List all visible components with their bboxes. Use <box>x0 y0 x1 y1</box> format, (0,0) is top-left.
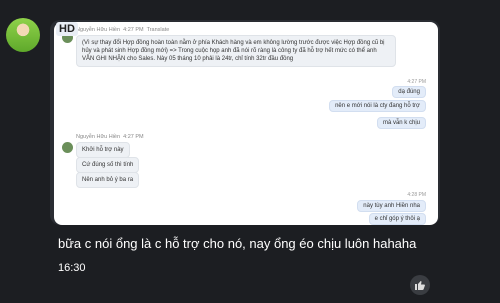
message-bubble[interactable]: Nguyễn Hữu Hiền 4:27 PM Translate (Vì sự… <box>50 20 440 225</box>
out1-line-2: mà vẫn k chịu <box>376 117 426 129</box>
out1-time: 4:27 PM <box>407 79 426 85</box>
out1-line-0: dạ đúng <box>392 86 426 98</box>
mini-avatar <box>62 142 73 153</box>
msg2-line-0: Khởi hỗ trợ này <box>76 142 130 158</box>
message-caption: bữa c nói ổng là c hỗ trợ cho nó, nay ổn… <box>58 236 417 251</box>
msg2-line-2: Nên anh bỏ ý ba ra <box>76 172 140 188</box>
sender-avatar[interactable] <box>6 18 40 52</box>
out2-line-1: e chỉ góp ý thôi ạ <box>368 213 426 225</box>
msg2-header: Nguyễn Hữu Hiền 4:27 PM <box>76 134 144 140</box>
out2-time: 4:28 PM <box>407 192 426 198</box>
msg1-header: Nguyễn Hữu Hiền 4:27 PM Translate <box>76 27 170 33</box>
msg2-line-1: Cứ đúng số thì tính <box>76 157 140 173</box>
thumbs-up-icon[interactable] <box>410 275 430 295</box>
out2-line-0: này tùy anh Hiền nha <box>357 200 426 212</box>
out1-line-1: nên e mới nói là cty đang hỗ trợ <box>329 100 426 112</box>
msg1-text: (Vì sự thay đổi Hợp đồng hoàn toàn nằm ở… <box>76 35 396 67</box>
attached-screenshot[interactable]: Nguyễn Hữu Hiền 4:27 PM Translate (Vì sự… <box>54 22 438 225</box>
hd-badge: HD <box>56 22 78 36</box>
message-timestamp: 16:30 <box>58 262 86 274</box>
